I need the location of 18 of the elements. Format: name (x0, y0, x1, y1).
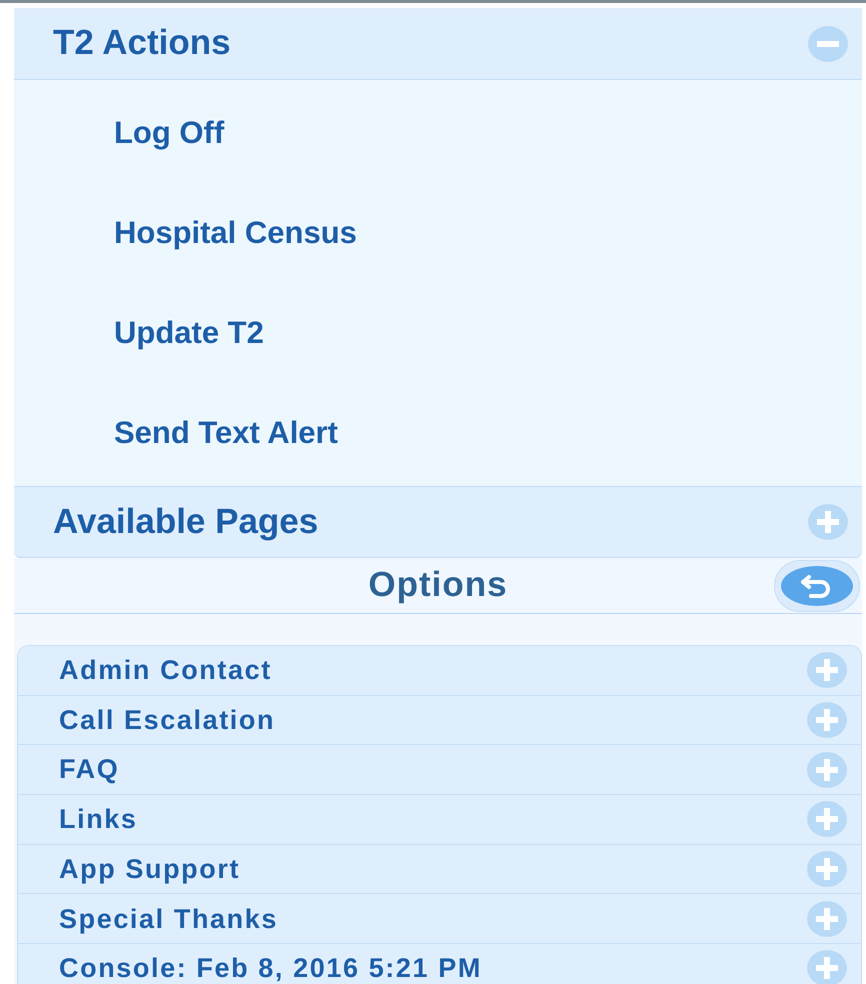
menu-link[interactable]: Update T2 (14, 283, 264, 383)
option-row[interactable]: App Support (18, 844, 861, 894)
option-row[interactable]: Links (18, 795, 861, 845)
option-row[interactable]: FAQ (18, 745, 861, 796)
menu-link[interactable]: Hospital Census (14, 183, 357, 283)
plus-icon (808, 504, 848, 540)
undo-icon (779, 565, 855, 607)
back-button[interactable] (774, 560, 860, 612)
minus-icon (808, 26, 848, 62)
section-header[interactable]: Available Pages (14, 486, 862, 558)
option-row[interactable]: Console: Feb 8, 2016 5:21 PM (18, 944, 861, 984)
section-header[interactable]: T2 Actions (14, 8, 862, 80)
menu-link[interactable]: Log Off (14, 83, 224, 183)
options-title: Options (368, 564, 508, 606)
option-row[interactable]: Special Thanks (18, 894, 861, 944)
option-row[interactable]: Call Escalation (18, 696, 861, 746)
option-row[interactable]: Admin Contact (18, 646, 861, 696)
menu-link[interactable]: Send Text Alert (14, 383, 338, 483)
